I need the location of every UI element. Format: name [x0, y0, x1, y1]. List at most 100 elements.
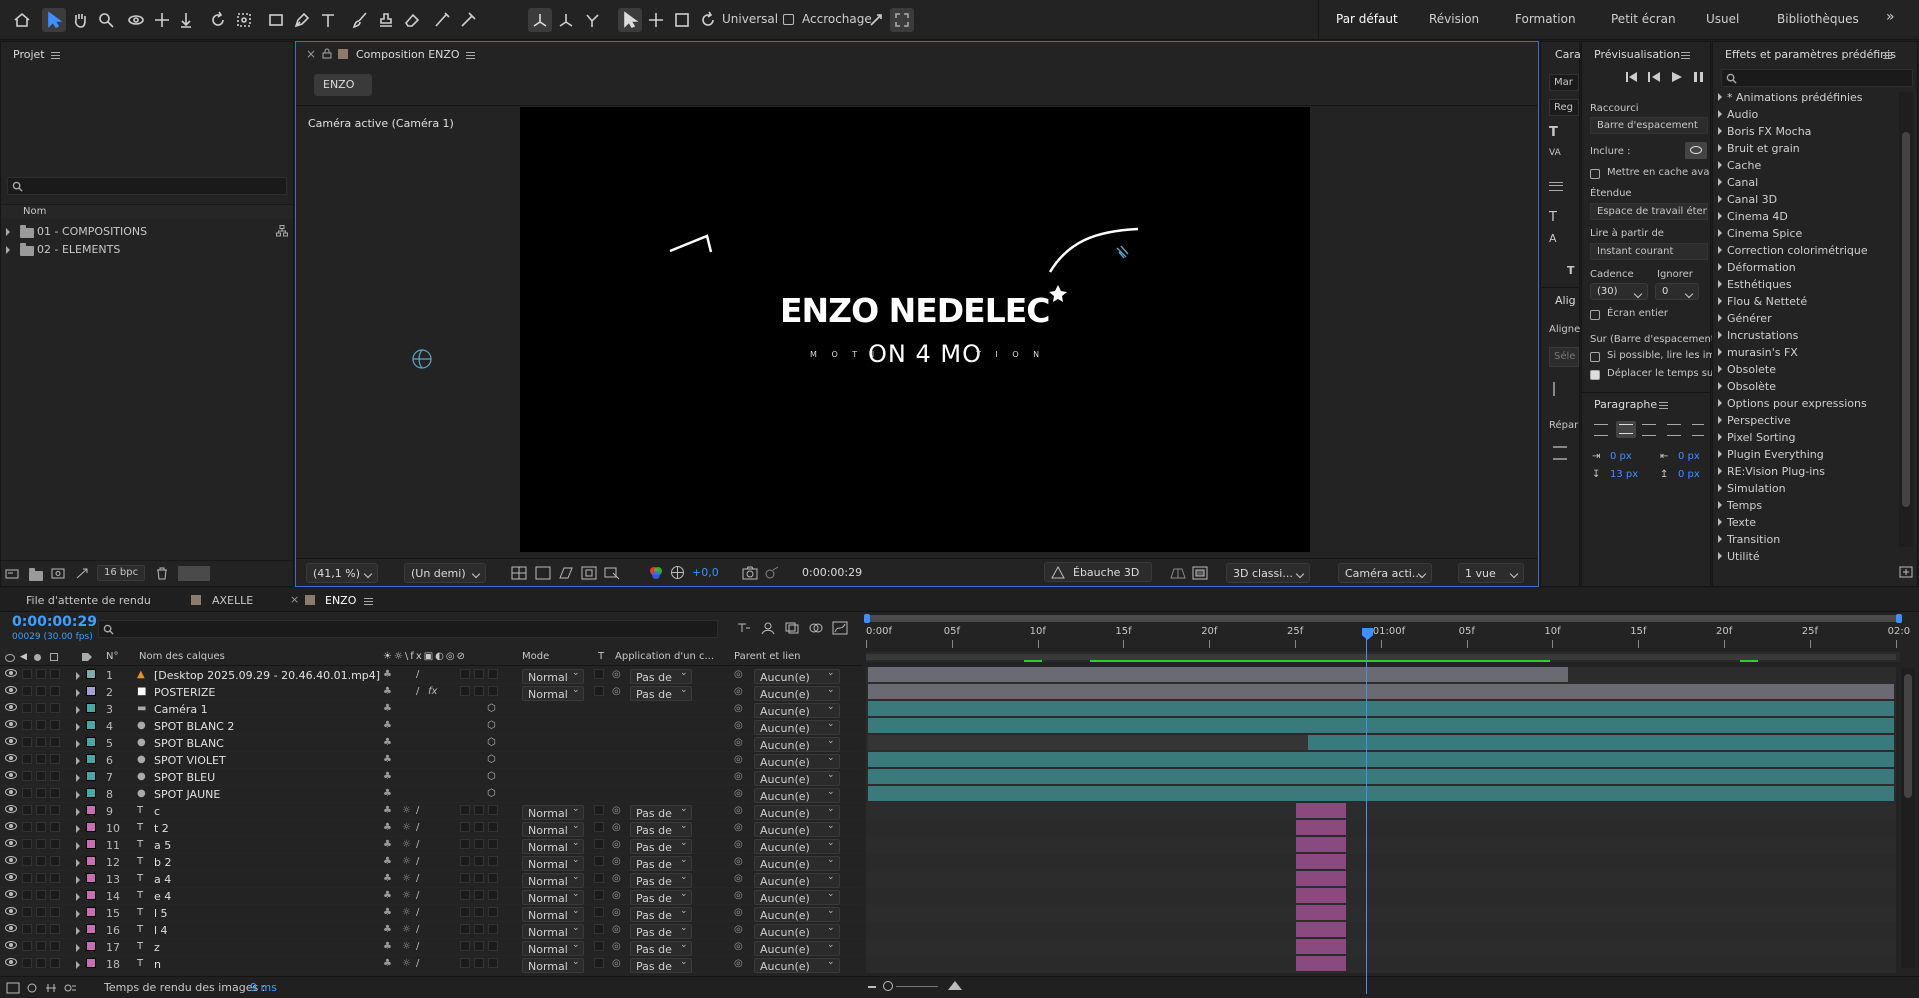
lock-switch-icon[interactable]	[50, 653, 58, 661]
frame-blend-toggle[interactable]	[460, 669, 470, 679]
parent-pickwhip-icon[interactable]: ◎	[734, 703, 743, 714]
parent-pickwhip-icon[interactable]: ◎	[734, 907, 743, 918]
layer-name[interactable]: t 2	[154, 822, 169, 835]
adjustment-toggle[interactable]	[488, 907, 498, 917]
shy-switch-icon[interactable]: ♣	[383, 958, 392, 969]
expand-arrow-icon[interactable]	[1718, 501, 1722, 509]
play-from-dropdown[interactable]: Instant courant	[1590, 243, 1708, 260]
frame-blend-toggle[interactable]	[460, 958, 470, 968]
shy-switch-icon[interactable]: ♣	[383, 669, 392, 680]
world-axis-icon[interactable]	[554, 8, 578, 32]
expand-arrow-icon[interactable]	[76, 791, 80, 799]
audio-toggle[interactable]	[22, 805, 32, 815]
layer-duration-bar[interactable]	[1296, 854, 1346, 869]
quality-switch-icon[interactable]: ☼	[402, 839, 411, 850]
col-track-matte[interactable]: Application d'un c...	[615, 651, 714, 662]
audio-toggle[interactable]	[22, 754, 32, 764]
frame-blend-toggle[interactable]	[460, 686, 470, 696]
effect-category-item[interactable]: Audio	[1718, 108, 1758, 121]
layer-name[interactable]: n	[154, 958, 161, 971]
quality-slash-icon[interactable]: /	[416, 924, 419, 935]
col-layer-name[interactable]: Nom des calques	[139, 651, 225, 662]
motion-blur-toggle[interactable]	[474, 805, 484, 815]
expand-arrow-icon[interactable]	[76, 808, 80, 816]
lock-toggle[interactable]	[50, 703, 60, 713]
effect-category-item[interactable]: Canal	[1718, 176, 1758, 189]
layer-duration-bar[interactable]	[1296, 871, 1346, 886]
parent-pickwhip-icon[interactable]: ◎	[734, 822, 743, 833]
shy-switch-icon[interactable]: ♣	[383, 788, 392, 799]
zoom-tool-icon[interactable]	[94, 8, 118, 32]
exposure-value[interactable]: +0,0	[692, 566, 719, 579]
adjustment-toggle[interactable]	[488, 856, 498, 866]
expand-arrow-icon[interactable]	[76, 842, 80, 850]
parent-pickwhip-icon[interactable]: ◎	[734, 669, 743, 680]
parent-pickwhip-icon[interactable]: ◎	[734, 839, 743, 850]
move-mode-icon[interactable]	[644, 8, 668, 32]
expand-arrow-icon[interactable]	[1718, 450, 1722, 458]
shy-switch-icon[interactable]: ♣	[383, 703, 392, 714]
label-color-swatch[interactable]	[86, 856, 96, 866]
effect-category-item[interactable]: RE:Vision Plug-ins	[1718, 465, 1825, 478]
shy-switch-icon[interactable]: ♣	[383, 839, 392, 850]
expand-arrow-icon[interactable]	[1718, 144, 1722, 152]
parent-pickwhip-icon[interactable]: ◎	[734, 720, 743, 731]
channels-icon[interactable]	[648, 565, 664, 581]
effect-category-item[interactable]: Bruit et grain	[1718, 142, 1800, 155]
effect-category-item[interactable]: Déformation	[1718, 261, 1796, 274]
zoom-out-icon[interactable]	[868, 986, 876, 988]
switches-icons[interactable]: ☀☼\fx▣◐◎⊘	[383, 651, 467, 662]
layer-track[interactable]	[866, 939, 1896, 956]
audio-toggle[interactable]	[22, 771, 32, 781]
eye-icon[interactable]	[5, 805, 17, 813]
layer-name[interactable]: c	[154, 805, 160, 818]
align-right-text-icon[interactable]	[1642, 424, 1656, 436]
workspace-small-screen[interactable]: Petit écran	[1611, 12, 1676, 26]
expand-arrow-icon[interactable]	[1718, 331, 1722, 339]
fast-previews-icon[interactable]	[604, 566, 620, 580]
workspace-default[interactable]: Par défaut	[1336, 12, 1398, 26]
snap-option-icon[interactable]	[864, 8, 888, 32]
expand-arrow-icon[interactable]	[76, 910, 80, 918]
zoom-slider-track[interactable]	[896, 986, 938, 987]
motion-blur-toggle[interactable]	[474, 669, 484, 679]
home-icon[interactable]	[10, 8, 34, 32]
preserve-transparency-toggle[interactable]	[594, 890, 604, 900]
expand-arrow-icon[interactable]	[1718, 484, 1722, 492]
first-frame-icon[interactable]	[1626, 72, 1637, 82]
bit-depth-button[interactable]: 16 bpc	[97, 565, 146, 581]
audio-toggle[interactable]	[22, 686, 32, 696]
expand-arrow-icon[interactable]	[1718, 212, 1722, 220]
frame-blend-toggle[interactable]	[460, 805, 470, 815]
solo-toggle[interactable]	[36, 737, 46, 747]
quality-switch-icon[interactable]: ☼	[402, 822, 411, 833]
layer-name[interactable]: Caméra 1	[154, 703, 208, 716]
layer-name[interactable]: [Desktop 2025.09.29 - 20.46.40.01.mp4]	[154, 669, 380, 682]
expand-arrow-icon[interactable]	[1718, 467, 1722, 475]
fullscreen-checkbox[interactable]	[1590, 310, 1600, 320]
baseline-shift-icon[interactable]: A	[1549, 232, 1557, 245]
comp-breadcrumb-button[interactable]: ENZO	[314, 74, 372, 96]
scrollbar-thumb[interactable]	[1902, 132, 1910, 507]
layer-row[interactable]: 12 Tb 2 ♣ ☼ / Normal ⌄ ◎ Pas de ⌄ ◎ Aucun(e) ⌄	[0, 854, 862, 871]
frame-blend-toggle[interactable]	[460, 873, 470, 883]
layer-row[interactable]: 1 ▲ [Desktop 2025.09.29 - 20.46.40.01.mp4]…	[0, 667, 862, 684]
parent-pickwhip-icon[interactable]: ◎	[734, 873, 743, 884]
next-frame-icon[interactable]	[1694, 72, 1704, 82]
expand-arrow-icon[interactable]	[76, 706, 80, 714]
frame-blend-toggle[interactable]	[460, 907, 470, 917]
composition-tab-label[interactable]: Composition ENZO	[356, 48, 460, 61]
expand-arrow-icon[interactable]	[6, 228, 10, 236]
eye-icon[interactable]	[5, 822, 17, 830]
layer-row[interactable]: 6 ● SPOT VIOLET ♣ ⬡ ◎ Aucun(e) ⌄	[0, 752, 862, 769]
effect-category-item[interactable]: * Animations prédéfinies	[1718, 91, 1863, 104]
track-matte-pickwhip-icon[interactable]: ◎	[612, 805, 621, 816]
include-video-toggle[interactable]	[1685, 142, 1707, 159]
selection-tool-icon[interactable]	[42, 8, 66, 32]
quality-slash-icon[interactable]: /	[416, 822, 419, 833]
layer-name[interactable]: a 4	[154, 873, 171, 886]
frame-blend-toggle[interactable]	[460, 941, 470, 951]
light-gizmo-icon[interactable]	[410, 348, 434, 370]
shy-switch-icon[interactable]: ♣	[383, 856, 392, 867]
layer-row[interactable]: 4 ● SPOT BLANC 2 ♣ ⬡ ◎ Aucun(e) ⌄	[0, 718, 862, 735]
